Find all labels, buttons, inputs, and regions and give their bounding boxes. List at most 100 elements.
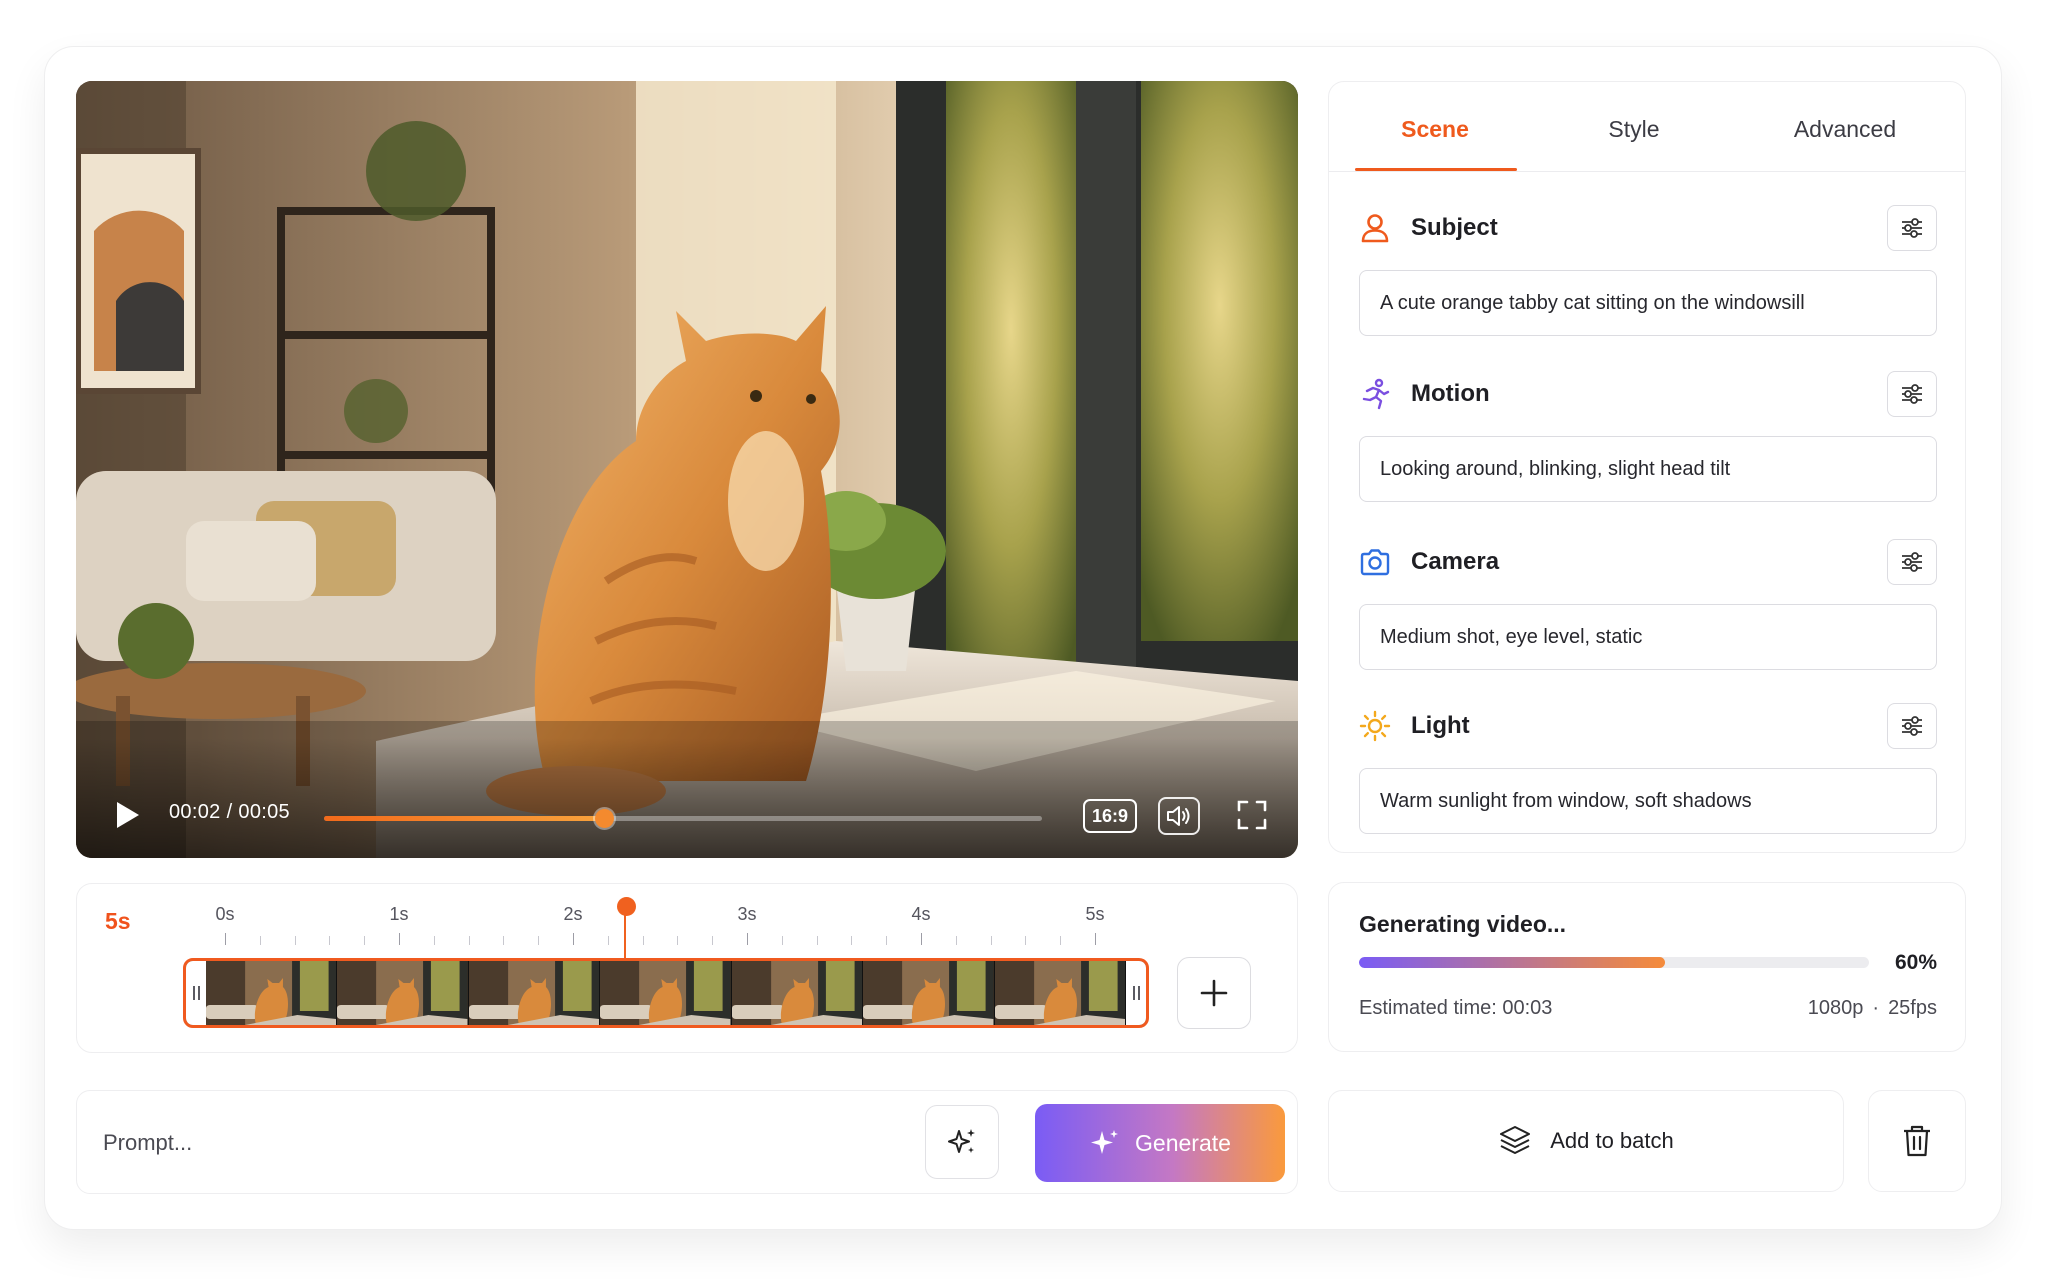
sliders-icon	[1902, 384, 1922, 404]
volume-icon	[1167, 806, 1190, 826]
timeline-tick-label: 5s	[1085, 904, 1105, 924]
timeline-tick	[851, 936, 853, 945]
time-separator: /	[226, 801, 233, 823]
tab-scene[interactable]: Scene	[1401, 116, 1469, 143]
generation-progress-panel: Generating video... 60% Estimated time: …	[1328, 882, 1966, 1052]
fullscreen-icon[interactable]	[1236, 799, 1268, 831]
current-time: 00:02	[169, 801, 221, 823]
timeline-tick	[886, 936, 888, 945]
running-person-icon	[1362, 378, 1390, 410]
clip-trim-start-handle[interactable]	[186, 961, 206, 1025]
timeline-tick-label: 4s	[911, 904, 931, 924]
output-fps: 25fps	[1888, 997, 1937, 1019]
timeline-tick	[364, 936, 366, 945]
settings-panel: Scene Style Advanced Subject A cute oran…	[1328, 81, 1966, 853]
progress-bar-fill	[1359, 957, 1665, 968]
aspect-ratio-button[interactable]: 16:9	[1083, 799, 1137, 833]
camera-settings-button[interactable]	[1887, 539, 1937, 585]
sliders-icon	[1902, 218, 1922, 238]
scrubber-handle[interactable]	[595, 809, 615, 828]
timeline-tick	[1095, 933, 1096, 945]
video-player[interactable]: 00:02/00:05 16:9	[76, 81, 1298, 858]
video-controls-bar	[76, 738, 1298, 858]
filmstrip-frames	[206, 961, 1126, 1025]
output-resolution: 1080p	[1807, 997, 1864, 1019]
output-spec: 1080p · 25fps	[1808, 997, 1937, 1020]
timeline-tick	[503, 936, 505, 945]
camera-title: Camera	[1411, 548, 1500, 575]
subject-settings-button[interactable]	[1887, 205, 1937, 251]
camera-icon	[1360, 549, 1390, 576]
progress-percent: 60%	[1894, 951, 1937, 974]
light-input[interactable]	[1359, 768, 1937, 834]
generate-button[interactable]: Generate	[1035, 1104, 1285, 1182]
subject-header: Subject	[1359, 205, 1937, 251]
clip-trim-end-handle[interactable]	[1126, 961, 1146, 1025]
sliders-icon	[1902, 716, 1922, 736]
clip-filmstrip[interactable]	[183, 958, 1149, 1028]
sliders-icon	[1902, 552, 1922, 572]
timeline-tick-label: 1s	[389, 904, 409, 924]
timeline-tick	[1060, 936, 1062, 945]
volume-button[interactable]	[1158, 797, 1200, 835]
estimated-time: Estimated time: 00:03	[1359, 997, 1553, 1019]
enhance-prompt-button[interactable]	[925, 1105, 999, 1179]
timeline-ruler[interactable]: 0s 1s 2s 3s 4s 5s	[187, 904, 1137, 945]
add-to-batch-button[interactable]: Add to batch	[1328, 1090, 1844, 1192]
timeline-tick-label: 3s	[737, 904, 757, 924]
video-scrubber[interactable]	[324, 809, 1042, 828]
trash-icon	[1904, 1125, 1930, 1157]
timeline-tick	[642, 936, 644, 945]
timeline-tick	[677, 936, 679, 945]
progress-bar	[1359, 957, 1869, 968]
filmstrip-frame	[468, 961, 601, 1025]
timeline-tick	[573, 933, 574, 945]
timeline-tick	[955, 936, 957, 945]
clip-duration-label: 5s	[105, 908, 131, 934]
timeline-tick	[259, 936, 261, 945]
timeline-tick	[712, 936, 714, 945]
active-tab-indicator	[1355, 168, 1517, 171]
motion-title: Motion	[1411, 380, 1490, 407]
add-to-batch-label: Add to batch	[1550, 1128, 1674, 1153]
total-time: 00:05	[238, 801, 290, 823]
progress-title: Generating video...	[1359, 911, 1567, 937]
timeline-tick	[1025, 936, 1027, 945]
timeline-tick	[781, 936, 783, 945]
add-clip-button[interactable]	[1177, 957, 1251, 1029]
play-icon[interactable]	[108, 797, 144, 833]
plus-icon	[1200, 979, 1228, 1007]
prompt-panel: Generate	[76, 1090, 1298, 1194]
light-settings-button[interactable]	[1887, 703, 1937, 749]
scrubber-progress	[324, 816, 605, 821]
timeline-tick-label: 2s	[563, 904, 583, 924]
subject-input[interactable]	[1359, 270, 1937, 336]
filmstrip-frame	[731, 961, 864, 1025]
prompt-input[interactable]	[103, 1121, 903, 1165]
timeline-tick	[468, 936, 470, 945]
delete-button[interactable]	[1868, 1090, 1966, 1192]
timeline-panel: 5s 0s 1s 2s 3s 4s 5s	[76, 883, 1298, 1053]
timeline-tick	[225, 933, 226, 945]
timeline-tick	[921, 933, 922, 945]
light-header: Light	[1359, 703, 1937, 749]
sparkle-icon	[1091, 1130, 1119, 1154]
settings-tabs: Scene Style Advanced	[1329, 82, 1965, 172]
sparkle-icon	[948, 1129, 975, 1153]
timeline-tick-label: 0s	[215, 904, 235, 924]
sun-icon	[1359, 710, 1391, 742]
light-title: Light	[1411, 712, 1470, 739]
tab-advanced[interactable]: Advanced	[1794, 116, 1896, 143]
camera-header: Camera	[1359, 539, 1937, 585]
timeline-tick	[294, 936, 296, 945]
tab-style[interactable]: Style	[1608, 116, 1659, 143]
timeline-tick	[747, 933, 748, 945]
filmstrip-frame	[994, 961, 1126, 1025]
spec-separator: ·	[1872, 997, 1880, 1019]
motion-settings-button[interactable]	[1887, 371, 1937, 417]
filmstrip-frame	[337, 961, 469, 1025]
filmstrip-frame	[863, 961, 995, 1025]
motion-input[interactable]	[1359, 436, 1937, 502]
camera-input[interactable]	[1359, 604, 1937, 670]
subject-title: Subject	[1411, 214, 1498, 241]
